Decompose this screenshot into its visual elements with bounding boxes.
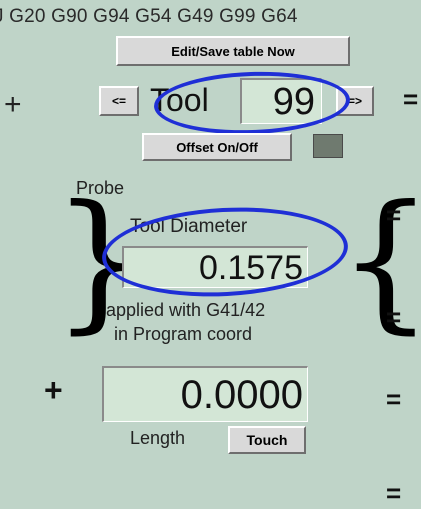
- tool-label: Tool: [150, 82, 209, 118]
- equals-sign-diameter-bottom: =: [386, 302, 402, 332]
- edit-save-table-button[interactable]: Edit/Save table Now: [116, 36, 350, 66]
- equals-sign-length-row: =: [386, 384, 402, 414]
- equals-sign-bottom: =: [386, 478, 402, 508]
- touch-button[interactable]: Touch: [228, 426, 306, 454]
- previous-tool-button[interactable]: <=: [99, 86, 139, 116]
- equals-sign-diameter-top: =: [386, 200, 402, 230]
- tool-diameter-field[interactable]: 0.1575: [122, 246, 308, 288]
- next-tool-button[interactable]: =>: [336, 86, 374, 116]
- tool-number-field[interactable]: 99: [240, 78, 322, 124]
- length-plus-sign: +: [44, 372, 63, 408]
- length-label: Length: [130, 428, 186, 448]
- equals-sign-tool-row: =: [403, 84, 419, 114]
- gcode-modal-status: J G20 G90 G94 G54 G49 G99 G64: [0, 6, 298, 27]
- diameter-note-line1: applied with G41/42: [106, 300, 266, 320]
- plus-sign: +: [4, 88, 22, 121]
- tool-diameter-label: Tool Diameter: [130, 216, 248, 237]
- offset-status-indicator: [313, 134, 343, 158]
- right-brace: {: [338, 186, 421, 336]
- tool-length-field[interactable]: 0.0000: [102, 366, 308, 422]
- diameter-note-line2: in Program coord: [114, 324, 253, 344]
- offset-toggle-button[interactable]: Offset On/Off: [142, 133, 292, 161]
